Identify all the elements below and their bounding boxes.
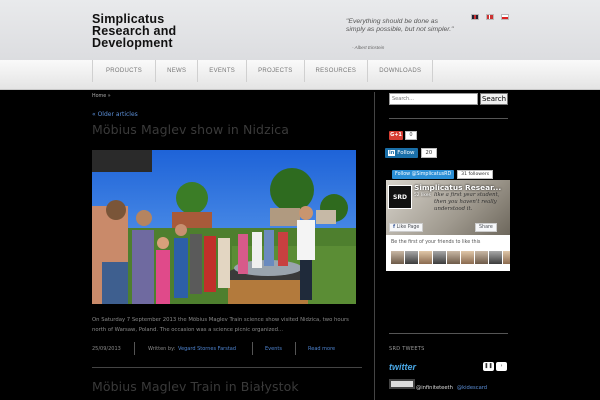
post-author-link[interactable]: Vegard Stornes Farstad: [178, 346, 236, 352]
no-flag-icon[interactable]: [486, 14, 494, 20]
nav-item-products[interactable]: PRODUCTS: [92, 60, 155, 82]
facebook-like-page-label: Like Page: [396, 225, 420, 230]
written-by-label: Written by:: [148, 346, 176, 352]
tweet-avatar[interactable]: [389, 379, 415, 389]
avatar[interactable]: [419, 251, 432, 264]
sidebar-divider: [374, 92, 375, 400]
post-title[interactable]: Möbius Maglev show in Nidzica: [92, 122, 289, 137]
page: Simplicatus Research and Development "Ev…: [0, 0, 600, 400]
breadcrumb[interactable]: Home »: [92, 94, 111, 99]
facebook-cover[interactable]: like a first year student, then you have…: [386, 180, 510, 235]
nav-item-events[interactable]: EVENTS: [197, 60, 246, 82]
srd-tweets-heading: SRD TWEETS: [389, 346, 425, 352]
site-header: Simplicatus Research and Development "Ev…: [0, 0, 600, 60]
sidebar-rule: [389, 118, 508, 119]
pause-icon[interactable]: ❚❚: [483, 362, 494, 371]
post-photo[interactable]: [92, 150, 356, 304]
nav-item-news[interactable]: NEWS: [155, 60, 197, 82]
google-plus-count: 0: [405, 131, 417, 140]
nav-item-projects[interactable]: PROJECTS: [246, 60, 303, 82]
avatar[interactable]: [475, 251, 488, 264]
pl-flag-icon[interactable]: [501, 14, 509, 20]
post-category-link[interactable]: Events: [265, 346, 282, 352]
avatar[interactable]: [503, 251, 510, 264]
linkedin-follow-label: Follow: [397, 150, 415, 156]
srd-logo-icon: SRD: [388, 185, 412, 209]
linkedin-count: 20: [420, 148, 438, 158]
read-more-link[interactable]: Read more: [308, 346, 335, 352]
google-plus-button[interactable]: G+1: [389, 131, 403, 140]
search-button[interactable]: Search: [480, 93, 508, 105]
linkedin-follow-button[interactable]: in Follow: [385, 148, 418, 158]
facebook-page-widget: like a first year student, then you have…: [386, 180, 510, 271]
google-plus-widget: G+1 0: [389, 131, 417, 140]
avatar[interactable]: [489, 251, 502, 264]
facebook-friend-avatars: [391, 251, 510, 264]
nav-item-downloads[interactable]: DOWNLOADS: [367, 60, 434, 82]
tweet-handle[interactable]: @infiniteteeth: [416, 385, 453, 391]
main-nav: PRODUCTS NEWS EVENTS PROJECTS RESOURCES …: [0, 60, 600, 90]
post-divider: [92, 367, 362, 368]
older-articles-link[interactable]: « Older articles: [92, 111, 138, 118]
avatar[interactable]: [405, 251, 418, 264]
quote-author: - Albert Einstein: [352, 45, 385, 50]
avatar[interactable]: [391, 251, 404, 264]
avatar[interactable]: [447, 251, 460, 264]
twitter-follow-button[interactable]: Follow @SimplicatusRD: [392, 170, 455, 179]
next-icon[interactable]: ›: [496, 362, 507, 371]
post-title-2[interactable]: Möbius Maglev Train in Białystok: [92, 379, 299, 394]
facebook-share-button[interactable]: Share: [475, 223, 497, 232]
facebook-icon: f: [393, 225, 396, 230]
linkedin-widget: in Follow 20: [385, 148, 438, 158]
linkedin-icon: in: [388, 150, 396, 156]
header-quote: "Everything should be done as simply as …: [346, 18, 454, 34]
site-logo[interactable]: Simplicatus Research and Development: [92, 13, 176, 50]
twitter-logo: twitter: [389, 362, 416, 372]
facebook-page-name[interactable]: Simplicatus Resear...: [414, 183, 501, 192]
post-date: 25/09/2013: [92, 346, 121, 352]
avatar[interactable]: [433, 251, 446, 264]
post-excerpt: On Saturday 7 September 2013 the Möbius …: [92, 317, 349, 333]
tweet-controls: ❚❚ ›: [483, 362, 507, 371]
tweet-handles: @infiniteteeth @kidescard: [416, 385, 487, 391]
facebook-likes: 52 likes: [414, 193, 431, 198]
facebook-cover-text: like a first year student, then you have…: [434, 192, 500, 212]
event-photo-image: [92, 150, 356, 304]
sidebar-rule: [389, 333, 508, 334]
twitter-followers-count: 31 followers: [457, 170, 494, 179]
logo-line-3: Development: [92, 36, 173, 50]
nav-item-resources[interactable]: RESOURCES: [303, 60, 368, 82]
facebook-like-page-button[interactable]: f Like Page: [389, 223, 424, 232]
avatar[interactable]: [461, 251, 474, 264]
gb-flag-icon[interactable]: [471, 14, 479, 20]
search-input[interactable]: [389, 93, 478, 105]
tweet-handle[interactable]: @kidescard: [457, 385, 487, 391]
facebook-friends-text: Be the first of your friends to like thi…: [391, 240, 481, 245]
twitter-follow-widget: Follow @SimplicatusRD 31 followers: [392, 170, 494, 179]
language-selector: [471, 14, 509, 20]
post-meta: 25/09/2013 Written by: Vegard Stornes Fa…: [92, 342, 362, 356]
